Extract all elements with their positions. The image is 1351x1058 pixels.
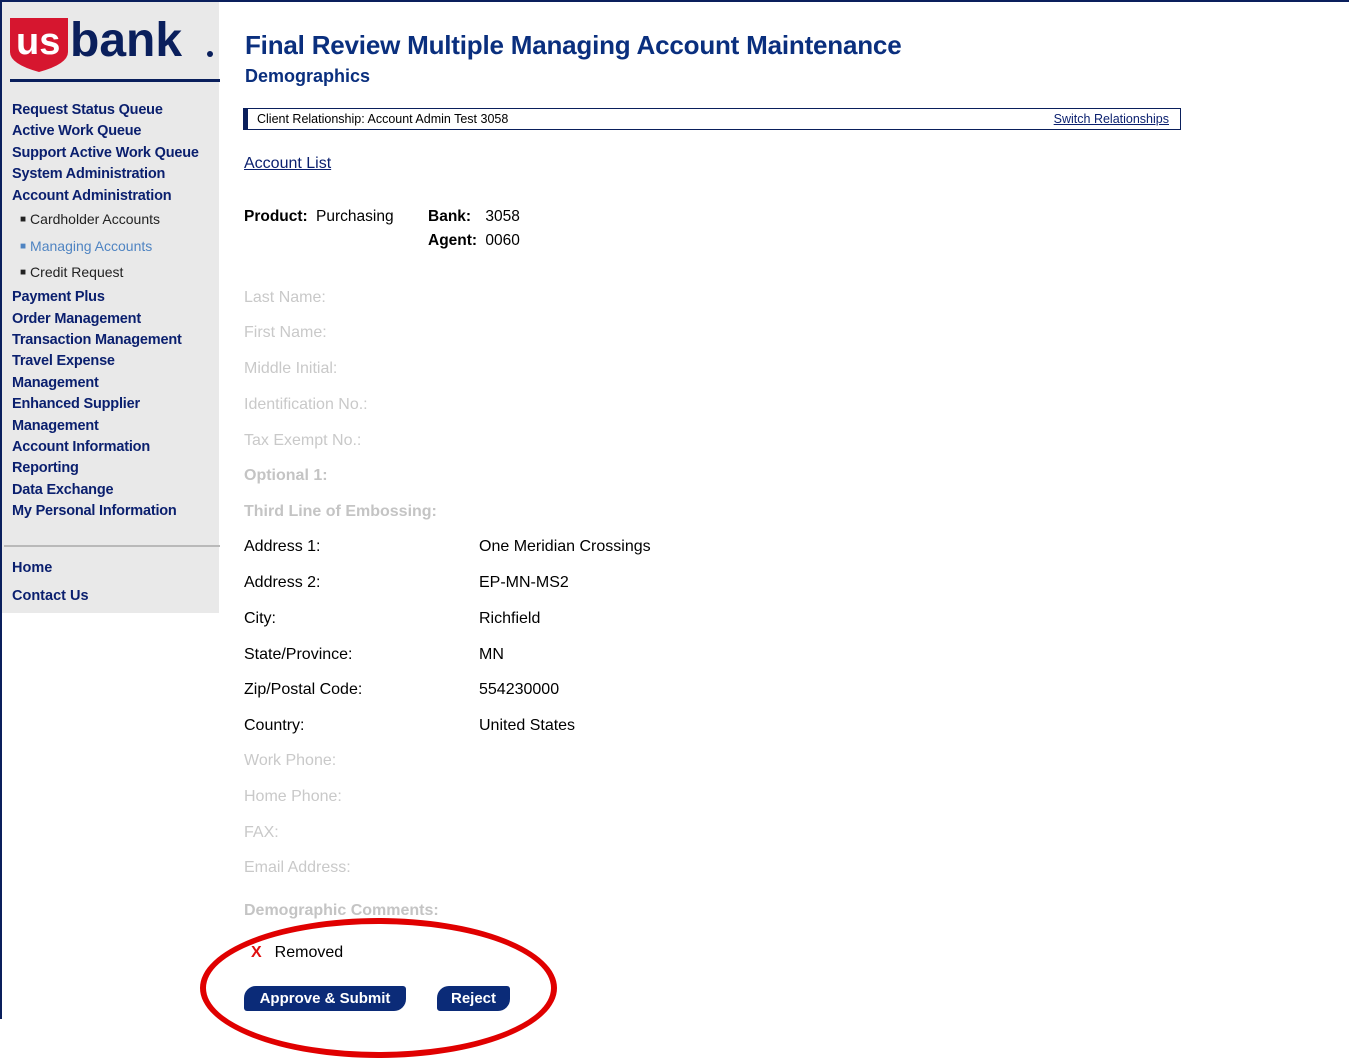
- product-info: Product: Purchasing: [244, 208, 394, 226]
- sidebar-item-active-work-queue[interactable]: Active Work Queue: [12, 121, 220, 142]
- fax-label: FAX:: [244, 824, 279, 841]
- address1-label: Address 1:: [244, 538, 321, 555]
- bank-label: Bank:: [428, 208, 472, 225]
- sidebar-item-request-status-queue[interactable]: Request Status Queue: [12, 100, 220, 121]
- country-label: Country:: [244, 717, 305, 734]
- bullet-icon: ■: [20, 214, 27, 226]
- page-subtitle: Demographics: [245, 66, 371, 86]
- logo-us-text: us: [16, 21, 60, 63]
- sidebar-item-order-management[interactable]: Order Management: [12, 309, 220, 330]
- agent-value: 0060: [485, 232, 520, 249]
- sidebar-subitem-credit-request[interactable]: ■ Credit Request: [12, 260, 220, 286]
- sidebar-subitem-cardholder-accounts[interactable]: ■ Cardholder Accounts: [12, 207, 220, 233]
- sidebar-item-contact-us[interactable]: Contact Us: [12, 582, 89, 610]
- sidebar-item-reporting[interactable]: Reporting: [12, 458, 220, 479]
- page-title: Final Review Multiple Managing Account M…: [245, 30, 902, 60]
- address2-label: Address 2:: [244, 574, 321, 591]
- product-value: Purchasing: [316, 208, 394, 225]
- sidebar-item-account-administration[interactable]: Account Administration: [12, 186, 220, 207]
- state-label: State/Province:: [244, 646, 353, 663]
- sidebar-divider: [4, 545, 220, 547]
- sidebar-subitem-label: Managing Accounts: [30, 237, 153, 254]
- demographic-comments-label: Demographic Comments:: [244, 902, 439, 919]
- removed-x-icon: X: [251, 944, 262, 961]
- zip-value: 554230000: [479, 681, 560, 698]
- sidebar-item-home[interactable]: Home: [12, 554, 89, 582]
- agent-info: Agent: 0060: [428, 232, 520, 250]
- home-phone-label: Home Phone:: [244, 788, 342, 805]
- sidebar-item-data-exchange[interactable]: Data Exchange: [12, 480, 220, 501]
- identification-label: Identification No.:: [244, 396, 368, 413]
- approve-submit-button[interactable]: Approve & Submit: [244, 986, 406, 1011]
- sidebar-item-transaction-management[interactable]: Transaction Management: [12, 330, 220, 351]
- sidebar-subitem-label: Cardholder Accounts: [30, 211, 161, 228]
- bank-value: 3058: [485, 208, 520, 225]
- address1-value: One Meridian Crossings: [479, 538, 651, 555]
- sidebar-item-enhanced-supplier-management[interactable]: Enhanced Supplier Management: [12, 394, 162, 437]
- agent-label: Agent:: [428, 232, 478, 249]
- zip-label: Zip/Postal Code:: [244, 681, 363, 698]
- city-value: Richfield: [479, 610, 541, 627]
- usbank-logo[interactable]: us bank: [8, 12, 216, 72]
- middle-initial-label: Middle Initial:: [244, 360, 338, 377]
- last-name-label: Last Name:: [244, 289, 326, 306]
- client-relationship-label: Client Relationship: Account Admin Test …: [257, 112, 509, 126]
- logo-divider: [10, 79, 220, 82]
- reject-button[interactable]: Reject: [437, 986, 510, 1011]
- sidebar-item-my-personal-information[interactable]: My Personal Information: [12, 501, 220, 522]
- switch-relationships-link[interactable]: Switch Relationships: [1054, 112, 1169, 126]
- sidebar: us bank Request Status Queue Active Work…: [2, 2, 220, 613]
- sidebar-item-account-information[interactable]: Account Information: [12, 437, 220, 458]
- client-relationship-bar: Client Relationship: Account Admin Test …: [243, 108, 1181, 130]
- tax-exempt-label: Tax Exempt No.:: [244, 432, 362, 449]
- logo-bank-text: bank: [70, 14, 182, 67]
- removed-text: Removed: [274, 944, 344, 961]
- sidebar-bottom-nav: Home Contact Us: [12, 554, 89, 610]
- city-label: City:: [244, 610, 276, 627]
- email-label: Email Address:: [244, 859, 351, 876]
- first-name-label: First Name:: [244, 324, 327, 341]
- sidebar-subitem-label: Credit Request: [30, 263, 124, 280]
- bullet-icon: ■: [20, 240, 27, 252]
- status-removed: X Removed: [251, 944, 343, 962]
- sidebar-subitem-managing-accounts[interactable]: ■ Managing Accounts: [12, 233, 220, 260]
- work-phone-label: Work Phone:: [244, 752, 337, 769]
- sidebar-item-support-active-work-queue[interactable]: Support Active Work Queue: [12, 143, 220, 164]
- sidebar-item-payment-plus[interactable]: Payment Plus: [12, 287, 220, 308]
- product-label: Product:: [244, 208, 308, 225]
- third-line-embossing-label: Third Line of Embossing:: [244, 503, 437, 520]
- state-value: MN: [479, 646, 504, 663]
- sidebar-item-system-administration[interactable]: System Administration: [12, 164, 220, 185]
- sidebar-nav: Request Status Queue Active Work Queue S…: [12, 100, 220, 523]
- bank-info: Bank: 3058: [428, 208, 520, 226]
- optional-1-label: Optional 1:: [244, 467, 328, 484]
- address2-value: EP-MN-MS2: [479, 574, 569, 591]
- bullet-icon: ■: [20, 266, 27, 278]
- sidebar-item-travel-expense-management[interactable]: Travel Expense Management: [12, 351, 162, 394]
- account-list-link[interactable]: Account List: [244, 155, 331, 173]
- country-value: United States: [479, 717, 576, 734]
